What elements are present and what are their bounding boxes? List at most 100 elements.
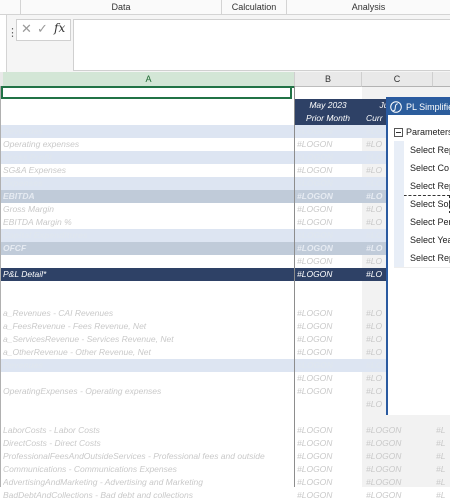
enter-icon[interactable]: ✓: [37, 21, 48, 37]
param-item-7[interactable]: Select Rep: [394, 249, 450, 268]
param-item-2[interactable]: Select Co: [394, 159, 450, 178]
cell-d[interactable]: #L: [436, 424, 450, 437]
cell-a[interactable]: Revenues: [3, 125, 293, 138]
cell-a[interactable]: [3, 281, 293, 294]
cell-b[interactable]: [297, 281, 361, 294]
cell-a[interactable]: Operating expenses: [3, 138, 293, 151]
cell-a[interactable]: ProfessionalFeesAndOutsideServices - Pro…: [3, 450, 293, 463]
month-cell-b[interactable]: May 2023: [295, 99, 361, 112]
cell-b[interactable]: #LOGON: [297, 320, 361, 333]
cell-a[interactable]: OperatingExpenses - Operating expenses: [3, 385, 293, 398]
param-label: Select Per: [410, 217, 450, 227]
cancel-icon[interactable]: ✕: [21, 21, 32, 37]
cell-a[interactable]: Gross Profit: [3, 151, 293, 164]
cell-d[interactable]: #L: [436, 489, 450, 502]
cell-a[interactable]: P&L Detail*: [3, 268, 293, 281]
cell-c[interactable]: #LOGON: [366, 476, 436, 489]
cell-a[interactable]: LaborCosts - Labor Costs: [3, 424, 293, 437]
subheader-cell-b[interactable]: Prior Month: [295, 112, 361, 125]
cell-a[interactable]: AdvertisingAndMarketing - Advertising an…: [3, 476, 293, 489]
cell-a[interactable]: Capital Expenditures: [3, 229, 293, 242]
cell-a[interactable]: EBITDA: [3, 190, 293, 203]
cell-b[interactable]: [297, 398, 361, 411]
collapse-icon[interactable]: [394, 128, 403, 138]
cell-b[interactable]: #LOGON: [297, 151, 361, 164]
cell-a[interactable]: [3, 255, 293, 268]
cell-b[interactable]: #LOGON: [297, 489, 361, 502]
active-cell-a1[interactable]: [1, 86, 292, 99]
cell-a[interactable]: Communications - Communications Expenses: [3, 463, 293, 476]
cell-a[interactable]: Expenses: [3, 177, 293, 190]
cell-a[interactable]: BadDebtAndCollections - Bad debt and col…: [3, 489, 293, 502]
cell-a[interactable]: Revenues: [3, 359, 293, 372]
cell-b[interactable]: #LOGON: [297, 229, 361, 242]
cell-b[interactable]: #LOGON: [297, 203, 361, 216]
cell-b[interactable]: #LOGON: [297, 450, 361, 463]
cell-a[interactable]: a_ServicesRevenue - Services Revenue, Ne…: [3, 333, 293, 346]
param-item-3[interactable]: Select Rep: [394, 177, 450, 196]
cell-b[interactable]: #LOGON: [297, 385, 361, 398]
cell-b[interactable]: #LOGON: [297, 268, 361, 281]
pane-titlebar[interactable]: PL Simplifier: [388, 99, 450, 115]
cell-a[interactable]: a_OtherRevenue - Other Revenue, Net: [3, 346, 293, 359]
parameters-group[interactable]: Parameters: [394, 125, 450, 139]
cell-b[interactable]: #LOGON: [297, 255, 361, 268]
cell-b[interactable]: [297, 294, 361, 307]
cell-c[interactable]: #LOGON: [366, 450, 436, 463]
cell-c[interactable]: #LOGON: [366, 489, 436, 502]
cell-d[interactable]: #L: [436, 463, 450, 476]
name-box[interactable]: [0, 15, 7, 73]
cell-c[interactable]: #LOGON: [366, 463, 436, 476]
table-row: Expenses #LOGON #LO: [0, 177, 450, 190]
cell-b[interactable]: [297, 411, 361, 424]
table-row: ProfessionalFeesAndOutsideServices - Pro…: [0, 450, 450, 463]
formula-input[interactable]: [73, 19, 450, 71]
cell-b[interactable]: #LOGON: [297, 346, 361, 359]
cell-a[interactable]: [3, 411, 293, 424]
table-row: a_ServicesRevenue - Services Revenue, Ne…: [0, 333, 450, 346]
column-header-d[interactable]: [433, 72, 450, 87]
cell-b[interactable]: #LOGON: [297, 164, 361, 177]
insert-function-icon[interactable]: fx: [54, 21, 65, 35]
cell-b[interactable]: #LOGON: [297, 359, 361, 372]
cell-a[interactable]: SG&A Expenses: [3, 164, 293, 177]
cell-b[interactable]: #LOGON: [297, 424, 361, 437]
pl-simplifier-pane[interactable]: PL Simplifier Parameters Select Rep Sele…: [386, 97, 450, 415]
cell-b[interactable]: #LOGON: [297, 333, 361, 346]
cell-b[interactable]: #LOGON: [297, 125, 361, 138]
cell-d[interactable]: #L: [436, 437, 450, 450]
param-item-4[interactable]: Select Sol: [394, 195, 450, 214]
cell-d[interactable]: #L: [436, 450, 450, 463]
cell-c[interactable]: #LOGON: [366, 424, 436, 437]
cell-b[interactable]: #LOGON: [297, 242, 361, 255]
cell-b[interactable]: #LOGON: [297, 372, 361, 385]
cell-b[interactable]: #LOGON: [297, 138, 361, 151]
worksheet-grid[interactable]: May 2023 Jun 2023 J Prior Month Curr Rev…: [0, 86, 450, 500]
cell-a[interactable]: a_Revenues - CAI Revenues: [3, 307, 293, 320]
column-header-b[interactable]: B: [295, 72, 362, 87]
cell-a[interactable]: [3, 294, 293, 307]
cell-b[interactable]: #LOGON: [297, 216, 361, 229]
param-item-5[interactable]: Select Per: [394, 213, 450, 232]
cell-a[interactable]: [3, 372, 293, 385]
cell-a[interactable]: Gross Margin: [3, 203, 293, 216]
cell-b[interactable]: #LOGON: [297, 177, 361, 190]
cell-b[interactable]: #LOGON: [297, 476, 361, 489]
cell-b[interactable]: #LOGON: [297, 190, 361, 203]
table-row: #LO: [0, 398, 450, 411]
cell-c[interactable]: #LOGON: [366, 437, 436, 450]
param-item-6[interactable]: Select Yea: [394, 231, 450, 250]
cell-b[interactable]: #LOGON: [297, 463, 361, 476]
param-item-1[interactable]: Select Rep: [394, 141, 450, 160]
cell-a[interactable]: OFCF: [3, 242, 293, 255]
cell-a[interactable]: a_FeesRevenue - Fees Revenue, Net: [3, 320, 293, 333]
cell-d[interactable]: #L: [436, 476, 450, 489]
table-row: BadDebtAndCollections - Bad debt and col…: [0, 489, 450, 502]
cell-a[interactable]: [3, 398, 293, 411]
cell-b[interactable]: #LOGON: [297, 437, 361, 450]
param-label: Select Sol: [410, 199, 450, 209]
cell-b[interactable]: #LOGON: [297, 307, 361, 320]
cell-a[interactable]: DirectCosts - Direct Costs: [3, 437, 293, 450]
cell-a[interactable]: EBITDA Margin %: [3, 216, 293, 229]
column-header-c[interactable]: C: [362, 72, 433, 87]
